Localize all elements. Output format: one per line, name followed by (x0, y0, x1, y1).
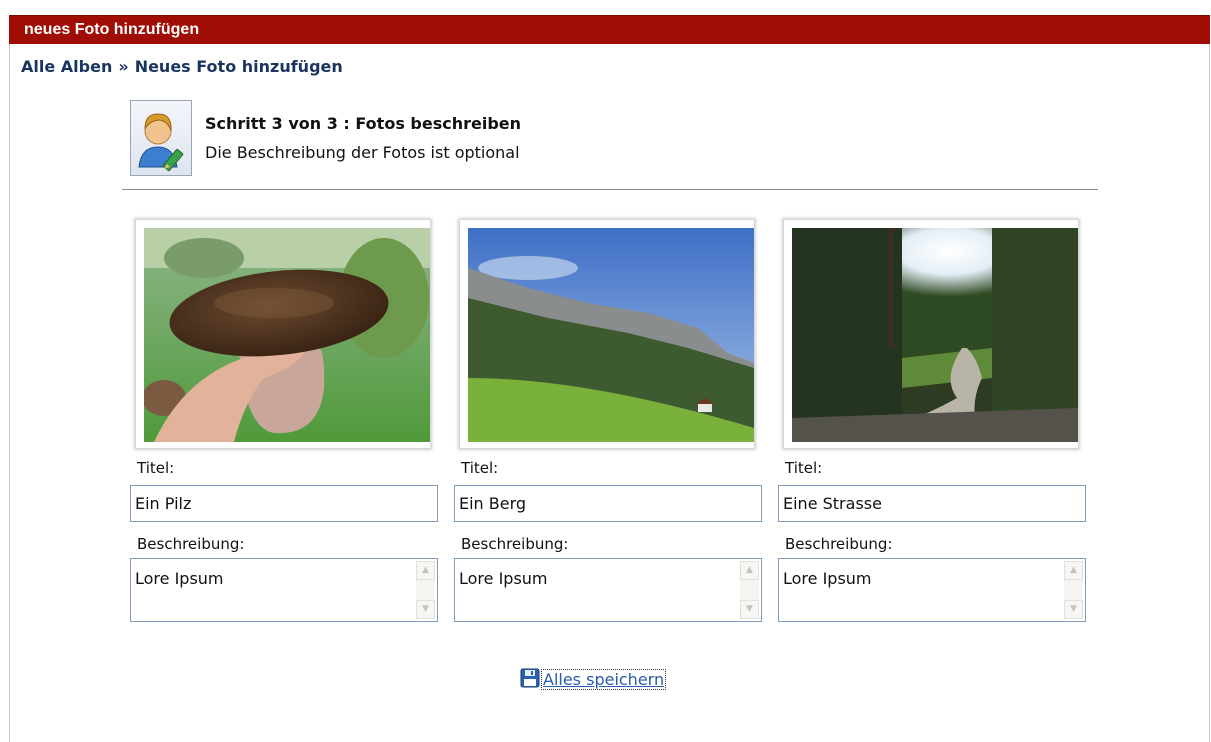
description-label-2: Beschreibung: (461, 535, 569, 553)
description-label-1: Beschreibung: (137, 535, 245, 553)
mountain-photo (468, 228, 754, 442)
description-text-2: Lore Ipsum (459, 569, 548, 588)
photo-thumbnail-1[interactable] (135, 219, 431, 449)
scroll-up-icon[interactable]: ▲ (416, 561, 435, 580)
textarea-scrollbar[interactable]: ▲ ▼ (416, 561, 435, 619)
photo-thumbnail-3[interactable] (783, 219, 1079, 449)
scroll-down-icon[interactable]: ▼ (416, 600, 435, 619)
floppy-disk-icon (520, 668, 540, 692)
user-edit-icon (130, 100, 192, 176)
mushroom-photo (144, 228, 430, 442)
scroll-down-icon[interactable]: ▼ (740, 600, 759, 619)
panel-header: neues Foto hinzufügen (9, 15, 1210, 44)
title-label-2: Titel: (461, 459, 499, 477)
textarea-scrollbar[interactable]: ▲ ▼ (740, 561, 759, 619)
title-label-3: Titel: (785, 459, 823, 477)
description-textarea-3[interactable]: Lore Ipsum ▲ ▼ (778, 558, 1086, 622)
description-text-3: Lore Ipsum (783, 569, 872, 588)
title-input-2[interactable]: Ein Berg (454, 485, 762, 522)
road-photo (792, 228, 1078, 442)
title-input-3[interactable]: Eine Strasse (778, 485, 1086, 522)
step-subtitle: Die Beschreibung der Fotos ist optional (205, 143, 520, 162)
description-textarea-1[interactable]: Lore Ipsum ▲ ▼ (130, 558, 438, 622)
step-title: Schritt 3 von 3 : Fotos beschreiben (205, 114, 522, 133)
divider (122, 189, 1098, 190)
save-all-label: Alles speichern (541, 669, 667, 690)
title-input-1[interactable]: Ein Pilz (130, 485, 438, 522)
panel-title: neues Foto hinzufügen (24, 21, 200, 38)
scroll-up-icon[interactable]: ▲ (1064, 561, 1083, 580)
title-label-1: Titel: (137, 459, 175, 477)
scroll-down-icon[interactable]: ▼ (1064, 600, 1083, 619)
description-label-3: Beschreibung: (785, 535, 893, 553)
breadcrumb-all-albums-link[interactable]: Alle Alben (21, 57, 112, 76)
description-text-1: Lore Ipsum (135, 569, 224, 588)
breadcrumb-current-link[interactable]: Neues Foto hinzufügen (135, 57, 343, 76)
description-textarea-2[interactable]: Lore Ipsum ▲ ▼ (454, 558, 762, 622)
breadcrumb: Alle Alben » Neues Foto hinzufügen (21, 57, 343, 76)
photo-thumbnail-2[interactable] (459, 219, 755, 449)
textarea-scrollbar[interactable]: ▲ ▼ (1064, 561, 1083, 619)
save-all-button[interactable]: Alles speichern (520, 668, 667, 692)
breadcrumb-separator: » (118, 57, 129, 76)
scroll-up-icon[interactable]: ▲ (740, 561, 759, 580)
